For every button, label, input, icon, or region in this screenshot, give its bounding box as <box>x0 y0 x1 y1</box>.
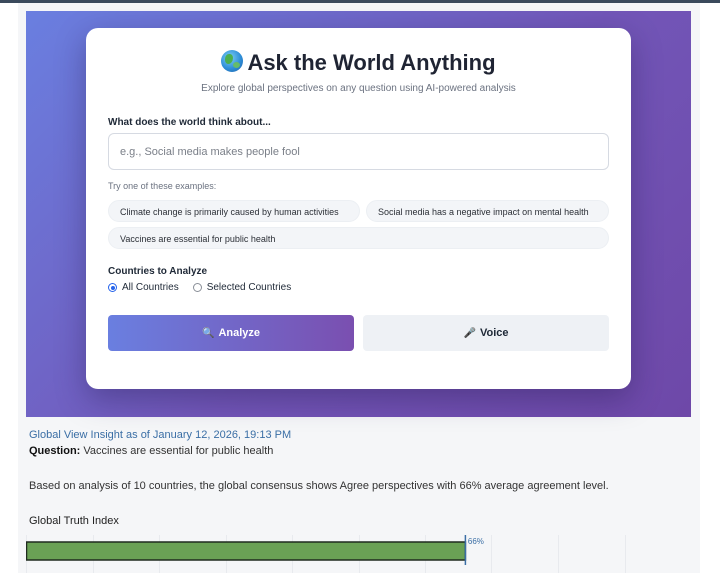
example-chip-social-media[interactable]: Social media has a negative impact on me… <box>366 200 609 222</box>
title-row: Ask the World Anything <box>86 50 631 76</box>
countries-label: Countries to Analyze <box>108 266 208 277</box>
question-input[interactable] <box>108 133 609 170</box>
voice-button-label: Voice <box>479 327 509 339</box>
page-subtitle: Explore global perspectives on any quest… <box>201 83 516 94</box>
radio-selected-countries[interactable] <box>192 283 202 292</box>
query-card: Ask the World Anything Explore global pe… <box>86 28 631 389</box>
magnifier-icon: 🔍 <box>201 327 215 339</box>
global-truth-index-chart: 66% <box>26 535 626 573</box>
countries-radio-group: All Countries Selected Countries <box>108 282 305 293</box>
globe-icon <box>221 50 244 72</box>
chart-bars: 66% <box>26 535 484 565</box>
radio-all-countries-label[interactable]: All Countries <box>122 282 179 293</box>
result-summary: Based on analysis of 10 countries, the g… <box>29 480 609 492</box>
voice-button[interactable]: 🎤 Voice <box>363 315 609 351</box>
question-prefix: Question: <box>29 445 81 457</box>
example-chip-vaccines[interactable]: Vaccines are essential for public health <box>108 227 609 249</box>
analyze-button[interactable]: 🔍 Analyze <box>108 315 354 351</box>
radio-all-countries[interactable] <box>108 283 117 292</box>
chart-data-label: 66% <box>468 537 484 546</box>
example-chip-climate[interactable]: Climate change is primarily caused by hu… <box>108 200 360 222</box>
result-question: Question: Vaccines are essential for pub… <box>29 445 273 457</box>
analyze-button-label: Analyze <box>218 327 261 339</box>
radio-selected-countries-label[interactable]: Selected Countries <box>207 282 292 293</box>
insight-timestamp: Global View Insight as of January 12, 20… <box>29 429 292 441</box>
examples-label: Try one of these examples: <box>108 181 217 191</box>
page-title: Ask the World Anything <box>247 50 496 75</box>
question-text: Vaccines are essential for public health <box>83 445 274 457</box>
chart-bar <box>26 541 467 561</box>
question-label: What does the world think about... <box>108 117 271 128</box>
microphone-icon: 🎤 <box>463 327 476 339</box>
global-truth-index-title: Global Truth Index <box>29 515 119 527</box>
